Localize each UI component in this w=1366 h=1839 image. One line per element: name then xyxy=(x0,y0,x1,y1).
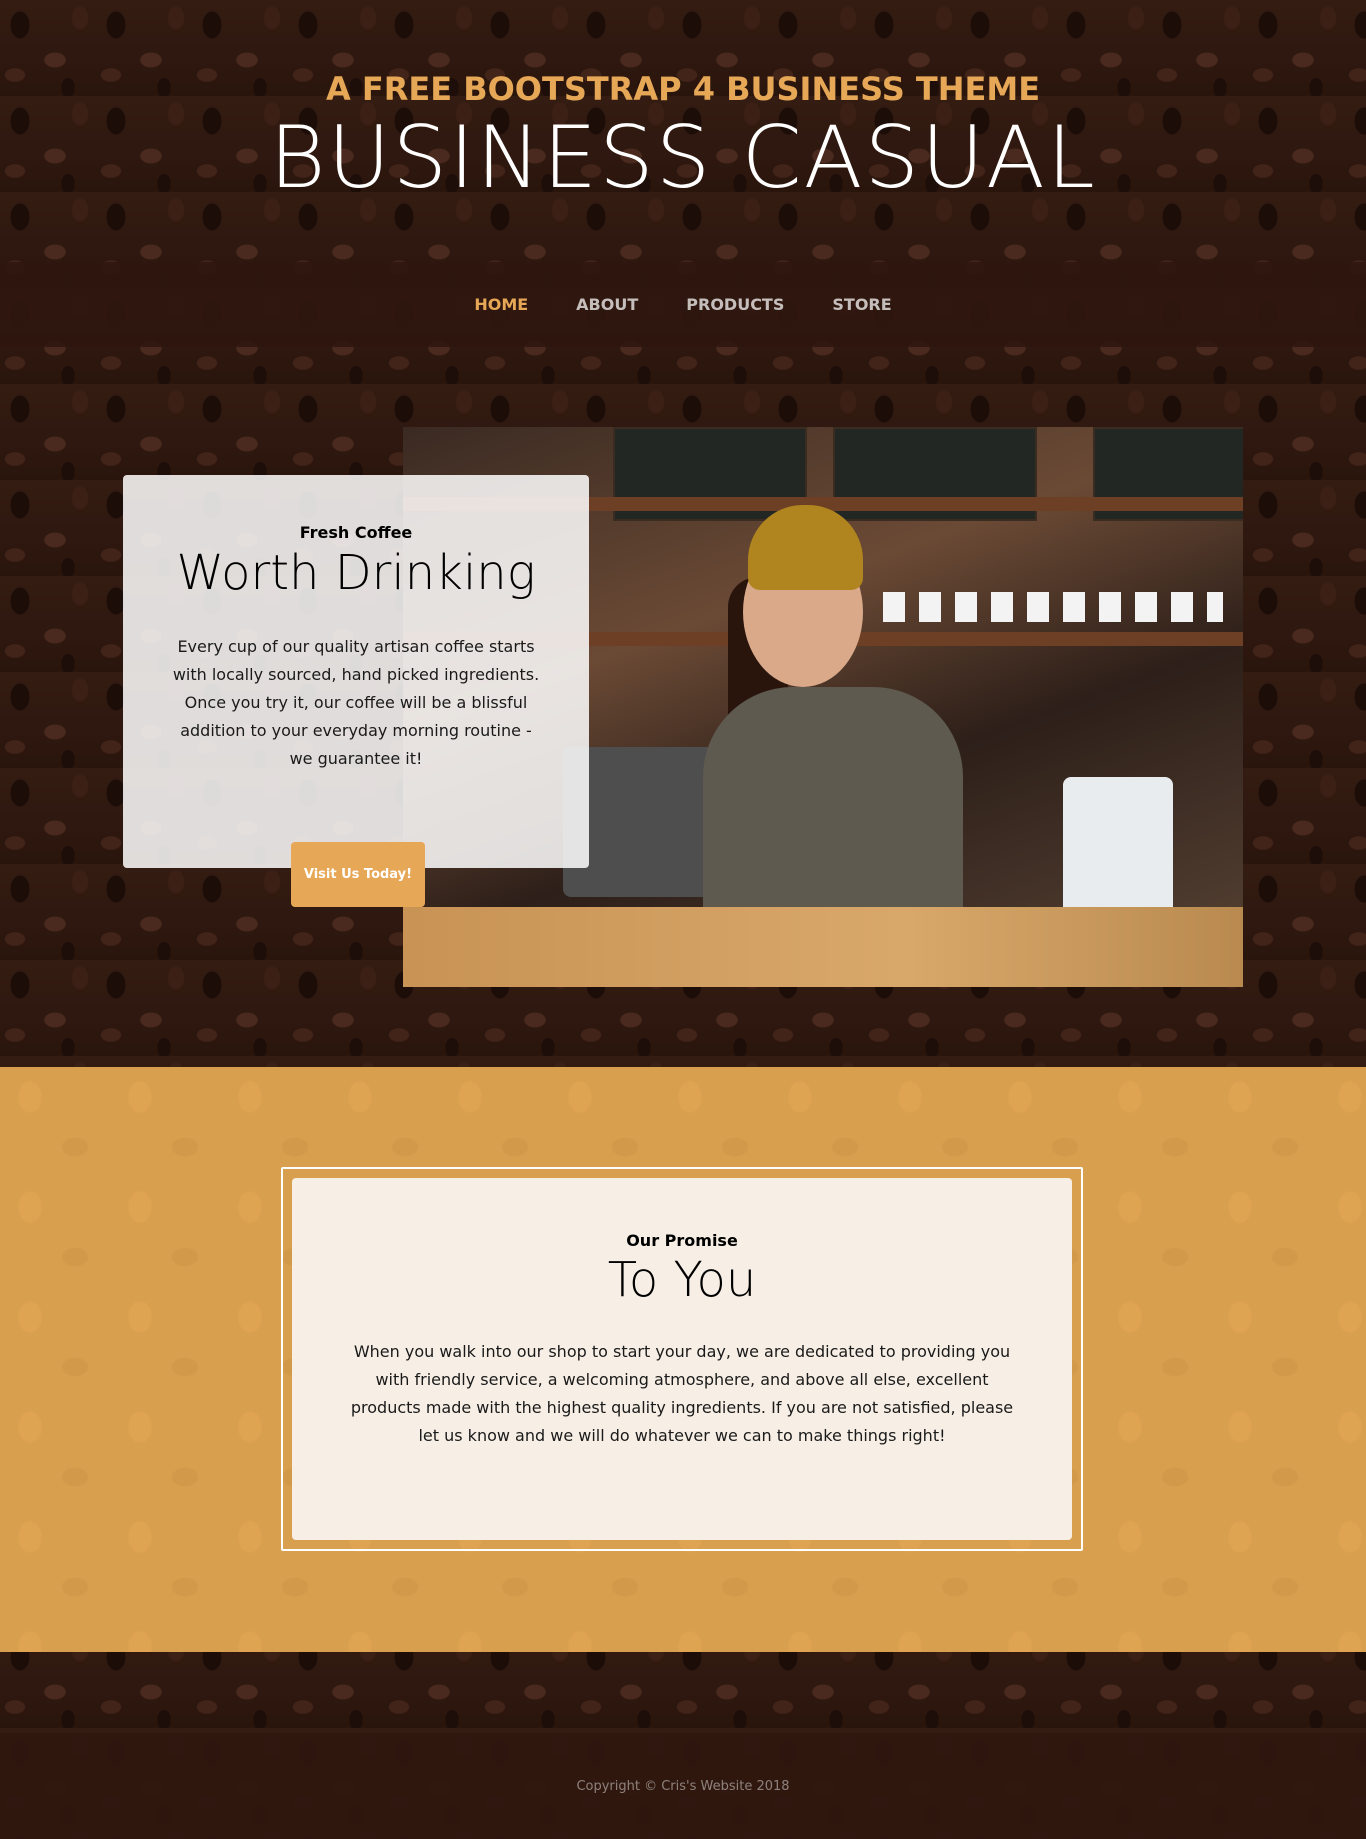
copyright-text: Copyright © Cris's Website 2018 xyxy=(576,1778,790,1794)
mugs-on-shelf xyxy=(883,592,1223,622)
nav-item-home[interactable]: HOME xyxy=(474,295,528,314)
site-header: A FREE BOOTSTRAP 4 BUSINESS THEME BUSINE… xyxy=(0,0,1366,262)
promise-kicker: Our Promise xyxy=(626,1231,738,1250)
wooden-counter xyxy=(403,907,1243,987)
site-brand-title[interactable]: BUSINESS CASUAL xyxy=(0,108,1366,208)
promise-title: To You xyxy=(607,1252,757,1308)
promise-text: When you walk into our shop to start you… xyxy=(350,1342,1014,1445)
promise-card: Our Promise To You When you walk into ou… xyxy=(292,1178,1072,1540)
intro-text: Every cup of our quality artisan coffee … xyxy=(172,637,540,768)
promise-section: Our Promise To You When you walk into ou… xyxy=(0,1067,1366,1652)
main-navbar: HOME ABOUT PRODUCTS STORE xyxy=(0,262,1366,347)
site-tagline: A FREE BOOTSTRAP 4 BUSINESS THEME xyxy=(325,70,1041,108)
nav-item-store[interactable]: STORE xyxy=(832,295,891,314)
visit-us-button[interactable]: Visit Us Today! xyxy=(291,842,425,907)
intro-title: Worth Drinking xyxy=(176,545,536,601)
promise-frame: Our Promise To You When you walk into ou… xyxy=(281,1167,1083,1551)
site-footer: Copyright © Cris's Website 2018 xyxy=(0,1733,1366,1839)
intro-kicker: Fresh Coffee xyxy=(299,523,413,542)
nav-item-about[interactable]: ABOUT xyxy=(576,295,638,314)
intro-card: Fresh Coffee Worth Drinking Every cup of… xyxy=(123,475,589,868)
nav-item-products[interactable]: PRODUCTS xyxy=(686,295,784,314)
barista-body xyxy=(703,687,963,917)
